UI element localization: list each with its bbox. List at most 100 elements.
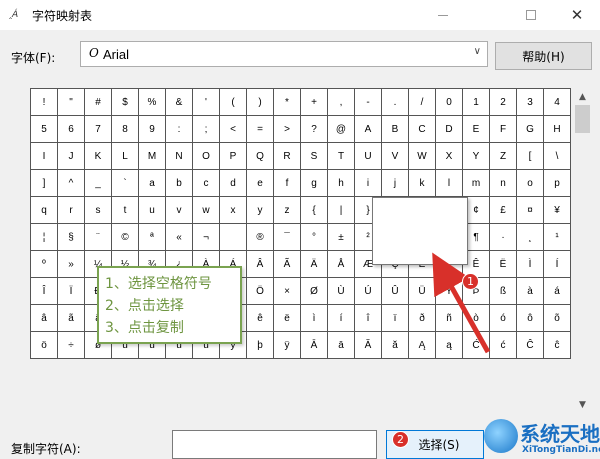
character-cell[interactable]: { (301, 197, 328, 224)
character-cell[interactable]: » (58, 251, 85, 278)
character-cell[interactable]: Ā (301, 332, 328, 359)
character-cell[interactable]: c (193, 170, 220, 197)
character-cell[interactable]: ¹ (544, 224, 571, 251)
character-cell[interactable]: 8 (112, 116, 139, 143)
character-cell[interactable]: Û (382, 278, 409, 305)
character-cell[interactable]: Ö (247, 278, 274, 305)
character-cell[interactable]: × (274, 278, 301, 305)
character-cell[interactable]: â (31, 305, 58, 332)
character-cell[interactable]: ã (58, 305, 85, 332)
character-cell[interactable]: i (355, 170, 382, 197)
character-cell[interactable]: Ú (355, 278, 382, 305)
character-cell[interactable]: ` (112, 170, 139, 197)
character-cell[interactable]: Y (463, 143, 490, 170)
character-cell[interactable]: 5 (31, 116, 58, 143)
character-cell[interactable]: ª (139, 224, 166, 251)
character-cell[interactable]: a (139, 170, 166, 197)
character-cell[interactable]: G (517, 116, 544, 143)
character-cell[interactable]: r (58, 197, 85, 224)
character-cell[interactable]: * (274, 89, 301, 116)
character-cell[interactable]: © (112, 224, 139, 251)
character-cell[interactable]: L (112, 143, 139, 170)
copy-characters-input[interactable] (172, 430, 377, 459)
character-cell[interactable]: ó (490, 305, 517, 332)
character-cell[interactable]: ì (301, 305, 328, 332)
close-button[interactable]: ✕ (554, 0, 600, 30)
character-cell[interactable]: ? (301, 116, 328, 143)
scroll-up-arrow-icon[interactable]: ▲ (574, 88, 591, 105)
character-cell[interactable]: W (409, 143, 436, 170)
character-cell[interactable]: # (85, 89, 112, 116)
character-cell[interactable]: ą (436, 332, 463, 359)
character-cell[interactable]: Ë (490, 251, 517, 278)
character-cell[interactable]: P (220, 143, 247, 170)
character-cell[interactable]: u (139, 197, 166, 224)
character-cell[interactable]: 0 (436, 89, 463, 116)
character-cell[interactable]: Ù (328, 278, 355, 305)
character-cell[interactable]: o (517, 170, 544, 197)
character-cell[interactable]: T (328, 143, 355, 170)
character-cell[interactable]: á (544, 278, 571, 305)
character-cell[interactable]: ¤ (517, 197, 544, 224)
character-cell[interactable]: Ĉ (517, 332, 544, 359)
character-cell[interactable]: O (193, 143, 220, 170)
character-cell[interactable]: " (58, 89, 85, 116)
character-cell[interactable]: B (382, 116, 409, 143)
character-cell[interactable]: ÿ (274, 332, 301, 359)
character-cell[interactable]: H (544, 116, 571, 143)
character-cell[interactable]: ! (31, 89, 58, 116)
character-cell[interactable]: Ü (409, 278, 436, 305)
character-cell[interactable]: Ć (463, 332, 490, 359)
character-cell[interactable]: § (58, 224, 85, 251)
character-cell[interactable]: à (517, 278, 544, 305)
character-cell[interactable]: · (490, 224, 517, 251)
character-cell[interactable]: M (139, 143, 166, 170)
character-cell[interactable]: ^ (58, 170, 85, 197)
character-cell[interactable]: Ä (301, 251, 328, 278)
character-cell[interactable]: & (166, 89, 193, 116)
maximize-button[interactable] (508, 0, 554, 30)
character-cell[interactable]: ÷ (58, 332, 85, 359)
character-cell[interactable]: ß (490, 278, 517, 305)
character-cell[interactable]: ¸ (517, 224, 544, 251)
character-cell[interactable]: í (328, 305, 355, 332)
character-cell[interactable] (220, 224, 247, 251)
character-cell[interactable]: Ø (301, 278, 328, 305)
character-cell[interactable]: Ý (436, 278, 463, 305)
character-cell[interactable]: f (274, 170, 301, 197)
character-cell[interactable]: « (166, 224, 193, 251)
character-cell[interactable]: D (436, 116, 463, 143)
character-cell[interactable]: Â (247, 251, 274, 278)
character-cell[interactable]: ' (193, 89, 220, 116)
character-cell[interactable]: p (544, 170, 571, 197)
character-cell[interactable]: s (85, 197, 112, 224)
character-cell[interactable]: - (355, 89, 382, 116)
character-cell[interactable]: ð (409, 305, 436, 332)
character-cell[interactable]: Ï (58, 278, 85, 305)
character-cell[interactable]: , (328, 89, 355, 116)
character-cell[interactable]: [ (517, 143, 544, 170)
character-cell[interactable]: ¦ (31, 224, 58, 251)
character-cell[interactable]: 6 (58, 116, 85, 143)
character-cell[interactable]: ° (301, 224, 328, 251)
character-cell[interactable]: k (409, 170, 436, 197)
character-cell[interactable]: : (166, 116, 193, 143)
character-cell[interactable]: 9 (139, 116, 166, 143)
character-cell[interactable]: Ą (409, 332, 436, 359)
character-cell[interactable]: ( (220, 89, 247, 116)
character-cell[interactable]: C (409, 116, 436, 143)
character-cell[interactable]: n (490, 170, 517, 197)
character-cell[interactable]: b (166, 170, 193, 197)
grid-scrollbar[interactable]: ▲ ▼ (574, 88, 591, 413)
character-cell[interactable]: _ (85, 170, 112, 197)
character-cell[interactable]: Z (490, 143, 517, 170)
character-cell[interactable]: ¨ (85, 224, 112, 251)
character-cell[interactable]: Ì (517, 251, 544, 278)
character-cell[interactable]: K (85, 143, 112, 170)
character-cell[interactable]: ĉ (544, 332, 571, 359)
character-cell[interactable]: ± (328, 224, 355, 251)
character-cell[interactable]: N (166, 143, 193, 170)
character-cell[interactable]: | (328, 197, 355, 224)
character-cell[interactable]: J (58, 143, 85, 170)
character-cell[interactable]: Ă (355, 332, 382, 359)
